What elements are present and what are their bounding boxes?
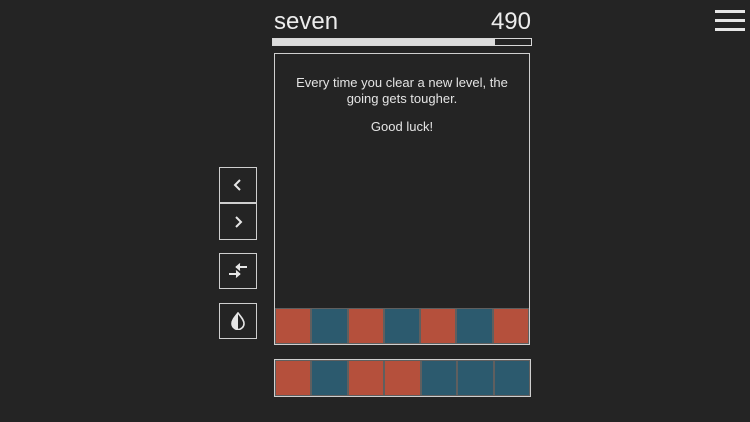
chevron-right-icon (235, 215, 243, 228)
hamburger-menu-icon (715, 28, 745, 31)
chevron-left-icon (233, 179, 241, 191)
menu-button[interactable] (715, 10, 745, 32)
swap-arrows-icon (229, 263, 247, 278)
board-tile (420, 308, 457, 344)
next-tile-row[interactable] (274, 359, 531, 397)
board-tile (347, 308, 384, 344)
swap-button[interactable] (219, 253, 257, 289)
invert-colors-button[interactable] (219, 303, 257, 339)
next-tile[interactable] (347, 360, 385, 396)
move-right-button[interactable] (219, 203, 257, 240)
score: 490 (490, 8, 531, 35)
next-tile[interactable] (420, 360, 458, 396)
level-progress-fill (273, 39, 495, 45)
message-line-2: Good luck! (370, 119, 434, 134)
board-tile (275, 308, 312, 344)
board-tile (456, 308, 493, 344)
next-tile[interactable] (275, 360, 312, 396)
next-tile[interactable] (493, 360, 530, 396)
hamburger-menu-icon (715, 10, 745, 13)
next-tile[interactable] (457, 360, 494, 396)
hamburger-menu-icon (715, 19, 745, 22)
board-tile (492, 308, 529, 344)
level-progress-bar (272, 38, 532, 46)
game-board: Every time you clear a new level, the go… (274, 53, 530, 345)
level-name: seven (274, 8, 339, 35)
move-left-button[interactable] (219, 167, 257, 203)
board-tile (383, 308, 421, 344)
game-screen: seven 490 Every time you clear a new lev… (0, 0, 750, 422)
level-message: Every time you clear a new level, the go… (289, 75, 515, 147)
message-line-1: Every time you clear a new level, the go… (296, 75, 508, 106)
next-tile[interactable] (384, 360, 421, 396)
contrast-drop-icon (231, 312, 245, 330)
next-tile[interactable] (311, 360, 348, 396)
board-tile (311, 308, 348, 344)
board-tile-row (275, 308, 529, 344)
